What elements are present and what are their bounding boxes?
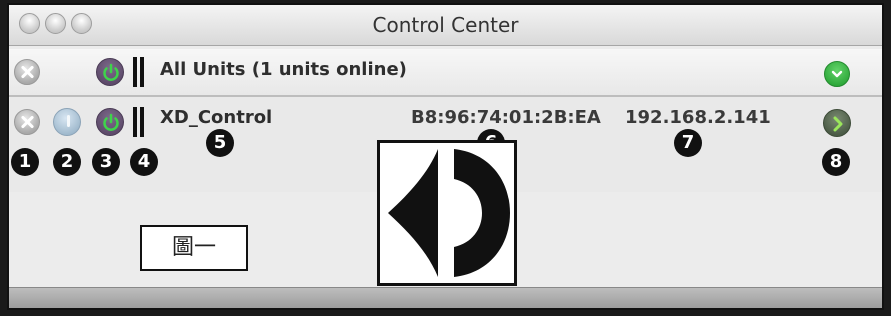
title-bar: Control Center: [9, 5, 882, 46]
chevron-right-icon[interactable]: [823, 109, 851, 137]
power-icon[interactable]: [96, 108, 124, 136]
callout-badge: 4: [130, 148, 158, 176]
info-icon[interactable]: [53, 108, 81, 136]
callout-badge: 8: [822, 148, 850, 176]
callout-badge: 7: [674, 129, 702, 157]
all-units-row[interactable]: All Units (1 units online): [9, 49, 882, 97]
device-mac-address: B8:96:74:01:2B:EA: [411, 107, 601, 128]
close-icon[interactable]: [14, 59, 40, 85]
device-name: XD_Control: [160, 107, 273, 128]
level-meter-icon: [133, 107, 145, 137]
power-icon[interactable]: [96, 58, 124, 86]
chevron-down-icon[interactable]: [824, 61, 850, 87]
status-bar: [9, 287, 882, 308]
device-ip-address: 192.168.2.141: [625, 107, 771, 128]
window-title: Control Center: [372, 13, 519, 37]
callout-badge: 3: [92, 148, 120, 176]
close-icon[interactable]: [14, 109, 40, 135]
figure-caption: 圖一: [140, 225, 248, 271]
level-meter-icon: [133, 57, 145, 87]
all-units-label: All Units (1 units online): [160, 59, 407, 80]
callout-badge: 1: [11, 148, 39, 176]
callout-badge: 2: [53, 148, 81, 176]
speaker-logo-icon: [377, 140, 517, 286]
callout-badge: 5: [206, 129, 234, 157]
